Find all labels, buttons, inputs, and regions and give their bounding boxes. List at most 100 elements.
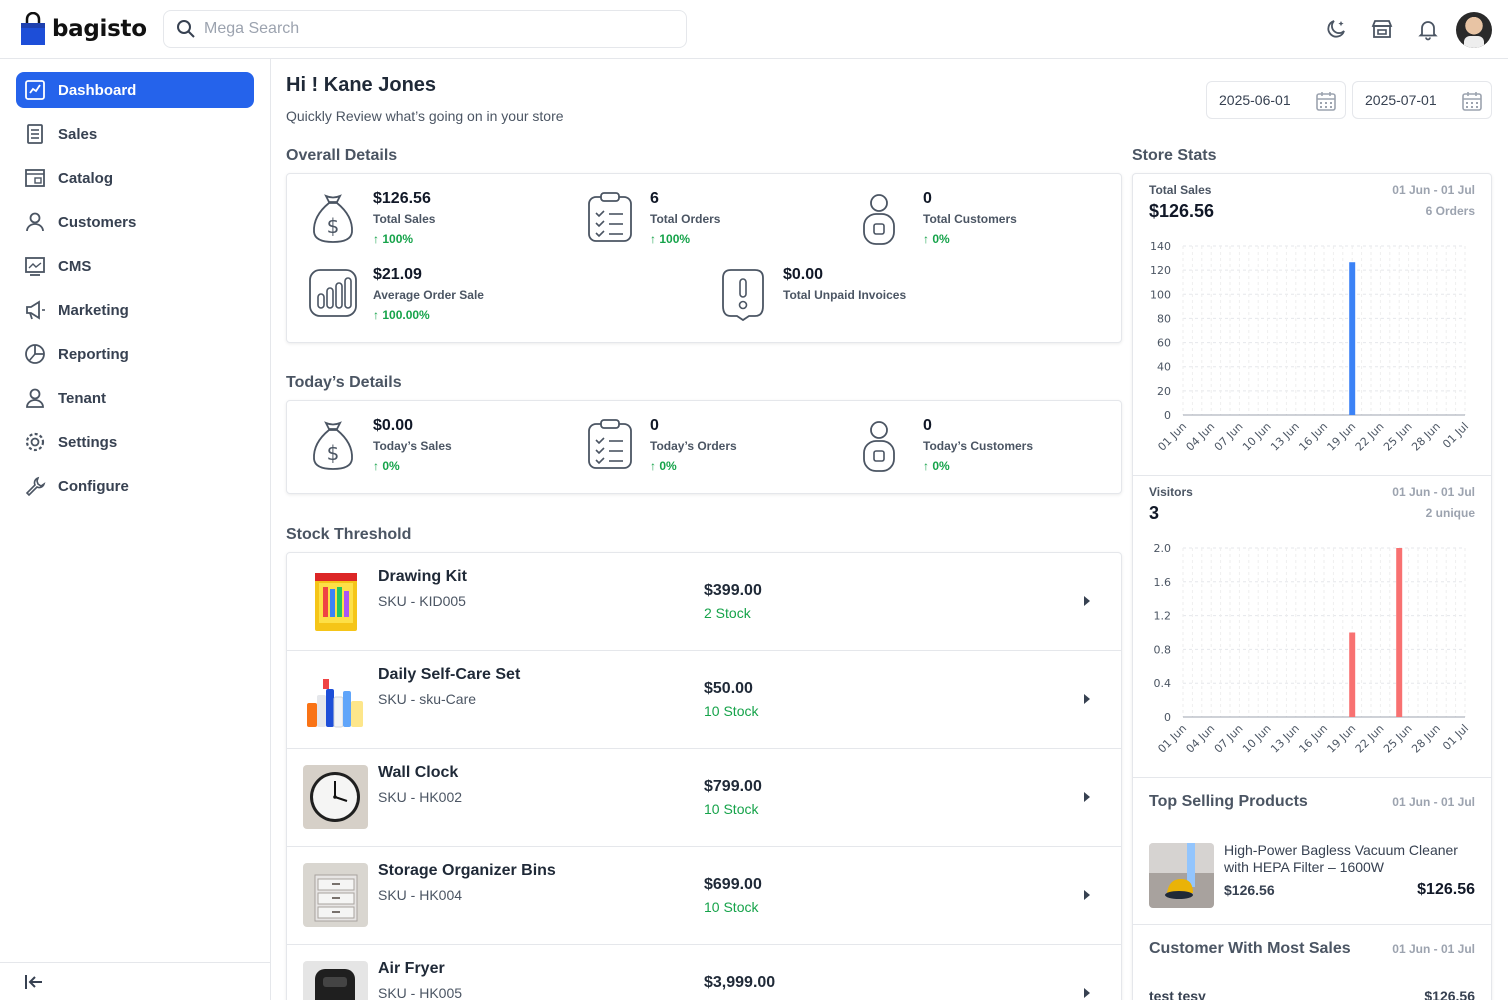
user-avatar[interactable] (1456, 12, 1492, 48)
moon-icon (1327, 20, 1345, 38)
stats-visitors-range: 01 Jun - 01 Jul (1392, 485, 1475, 499)
bar[interactable] (1349, 632, 1356, 718)
sidebar-item-label: Tenant (58, 389, 107, 407)
chevron-right-icon[interactable] (1084, 694, 1090, 704)
todays-sales-stat: $ $0.00 Today’s Sales ↑ 0% (307, 417, 452, 473)
collapse-sidebar-icon[interactable] (24, 973, 44, 991)
arrow-up-icon: ↑ (650, 232, 660, 246)
arrow-up-icon: ↑ (373, 459, 383, 473)
top-product-thumbnail[interactable] (1149, 843, 1214, 908)
cms-icon (25, 257, 45, 276)
chevron-right-icon[interactable] (1084, 792, 1090, 802)
bar[interactable] (1396, 548, 1403, 717)
sidebar-item-label: Reporting (58, 345, 129, 363)
storage-bins-image (314, 874, 358, 922)
tenant-icon (26, 388, 44, 408)
average-order-value: $21.09 (373, 266, 422, 283)
x-tick-label: 13 Jun (1268, 722, 1302, 756)
todays-orders-label: Today’s Orders (650, 439, 737, 453)
stock-row[interactable]: Wall Clock SKU - HK002 $799.00 10 Stock (287, 749, 1121, 847)
y-tick-label: 0 (1164, 409, 1171, 422)
sidebar-item-label: Catalog (58, 169, 114, 187)
sidebar-item-reporting[interactable]: Reporting (16, 336, 254, 372)
svg-text:$: $ (327, 441, 340, 465)
store-icon (1371, 20, 1393, 38)
divider (1133, 777, 1491, 778)
customer-name[interactable]: test tesy (1149, 988, 1206, 1000)
sidebar-item-label: Configure (58, 477, 129, 495)
sidebar-item-sales[interactable]: Sales (16, 116, 254, 152)
chevron-right-icon[interactable] (1084, 890, 1090, 900)
brand-name: bagisto (52, 16, 147, 42)
sidebar-collapse-bar (0, 962, 270, 1000)
sidebar-item-tenant[interactable]: Tenant (16, 380, 254, 416)
sidebar-item-cms[interactable]: CMS (16, 248, 254, 284)
brand-logo[interactable]: bagisto (20, 12, 147, 46)
todays-customers-stat: 0 Today’s Customers ↑ 0% (857, 417, 1033, 473)
stats-sales-value: $126.56 (1149, 201, 1215, 221)
bar[interactable] (1349, 262, 1356, 415)
todays-orders-value: 0 (650, 417, 659, 434)
stats-visitors-label: Visitors (1149, 485, 1193, 499)
sales-icon (27, 124, 43, 144)
money-bag-icon: $ (313, 194, 353, 243)
stock-row[interactable]: Daily Self-Care Set SKU - sku-Care $50.0… (287, 651, 1121, 749)
vacuum-cleaner-image (1149, 843, 1214, 908)
x-tick-label: 01 Jun (1155, 722, 1189, 756)
top-product-name[interactable]: High-Power Bagless Vacuum Cleaner with H… (1224, 842, 1474, 876)
stats-sales-range: 01 Jun - 01 Jul (1392, 183, 1475, 197)
top-selling-title: Top Selling Products (1149, 793, 1308, 810)
storefront-button[interactable] (1370, 17, 1394, 41)
unpaid-invoices-label: Total Unpaid Invoices (783, 288, 907, 302)
chevron-right-icon[interactable] (1084, 988, 1090, 998)
sidebar-item-configure[interactable]: Configure (16, 468, 254, 504)
todays-details-card: $ $0.00 Today’s Sales ↑ 0% 0 Today’s Ord… (286, 400, 1122, 494)
stock-row[interactable]: Air Fryer SKU - HK005 $3,999.00 (287, 945, 1121, 1000)
x-tick-label: 16 Jun (1296, 722, 1330, 756)
sidebar-item-marketing[interactable]: Marketing (16, 292, 254, 328)
total-customers-value: 0 (923, 190, 932, 207)
divider (1133, 924, 1491, 925)
stats-sales-label: Total Sales (1149, 183, 1212, 197)
product-thumbnail (303, 667, 368, 731)
todays-details-title: Today’s Details (286, 374, 402, 391)
end-date-input[interactable]: 2025-07-01 (1352, 81, 1492, 119)
dark-mode-toggle[interactable] (1324, 17, 1348, 41)
settings-icon (25, 432, 45, 452)
y-tick-label: 140 (1150, 240, 1171, 253)
total-orders-value: 6 (650, 190, 659, 207)
customers-icon (26, 212, 44, 232)
sidebar-item-label: Marketing (58, 301, 129, 319)
stock-row[interactable]: Storage Organizer Bins SKU - HK004 $699.… (287, 847, 1121, 945)
product-thumbnail (303, 863, 368, 927)
start-date-input[interactable]: 2025-06-01 (1206, 81, 1346, 119)
product-stock: 2 Stock (704, 605, 751, 621)
total-customers-change: ↑ 0% (923, 232, 950, 246)
chevron-right-icon[interactable] (1084, 596, 1090, 606)
x-tick-label: 10 Jun (1240, 722, 1274, 756)
x-tick-label: 22 Jun (1353, 420, 1387, 454)
store-stats-title: Store Stats (1132, 147, 1217, 164)
sidebar-item-customers[interactable]: Customers (16, 204, 254, 240)
y-tick-label: 0 (1164, 711, 1171, 724)
product-sku: SKU - HK002 (378, 789, 463, 805)
product-price: $3,999.00 (704, 974, 776, 991)
page-title: Hi ! Kane Jones (286, 74, 437, 96)
stock-row[interactable]: Drawing Kit SKU - KID005 $399.00 2 Stock (287, 553, 1121, 651)
mega-search-input[interactable]: Mega Search (163, 10, 687, 48)
arrow-up-icon: ↑ (373, 308, 383, 322)
notifications-button[interactable] (1416, 17, 1440, 41)
sidebar-item-dashboard[interactable]: Dashboard (16, 72, 254, 108)
bar-chart-icon (309, 269, 357, 317)
todays-sales-change: ↑ 0% (373, 459, 400, 473)
marketing-icon (26, 300, 45, 320)
product-sku: SKU - HK005 (378, 985, 463, 1000)
sidebar-item-catalog[interactable]: Catalog (16, 160, 254, 196)
arrow-up-icon: ↑ (373, 232, 383, 246)
stats-visitors-value: 3 (1149, 503, 1160, 523)
x-tick-label: 19 Jun (1325, 722, 1359, 756)
average-order-stat: $21.09 Average Order Sale ↑ 100.00% (307, 266, 484, 322)
todays-customers-value: 0 (923, 417, 932, 434)
sidebar-item-settings[interactable]: Settings (16, 424, 254, 460)
invoice-alert-icon (722, 269, 764, 322)
